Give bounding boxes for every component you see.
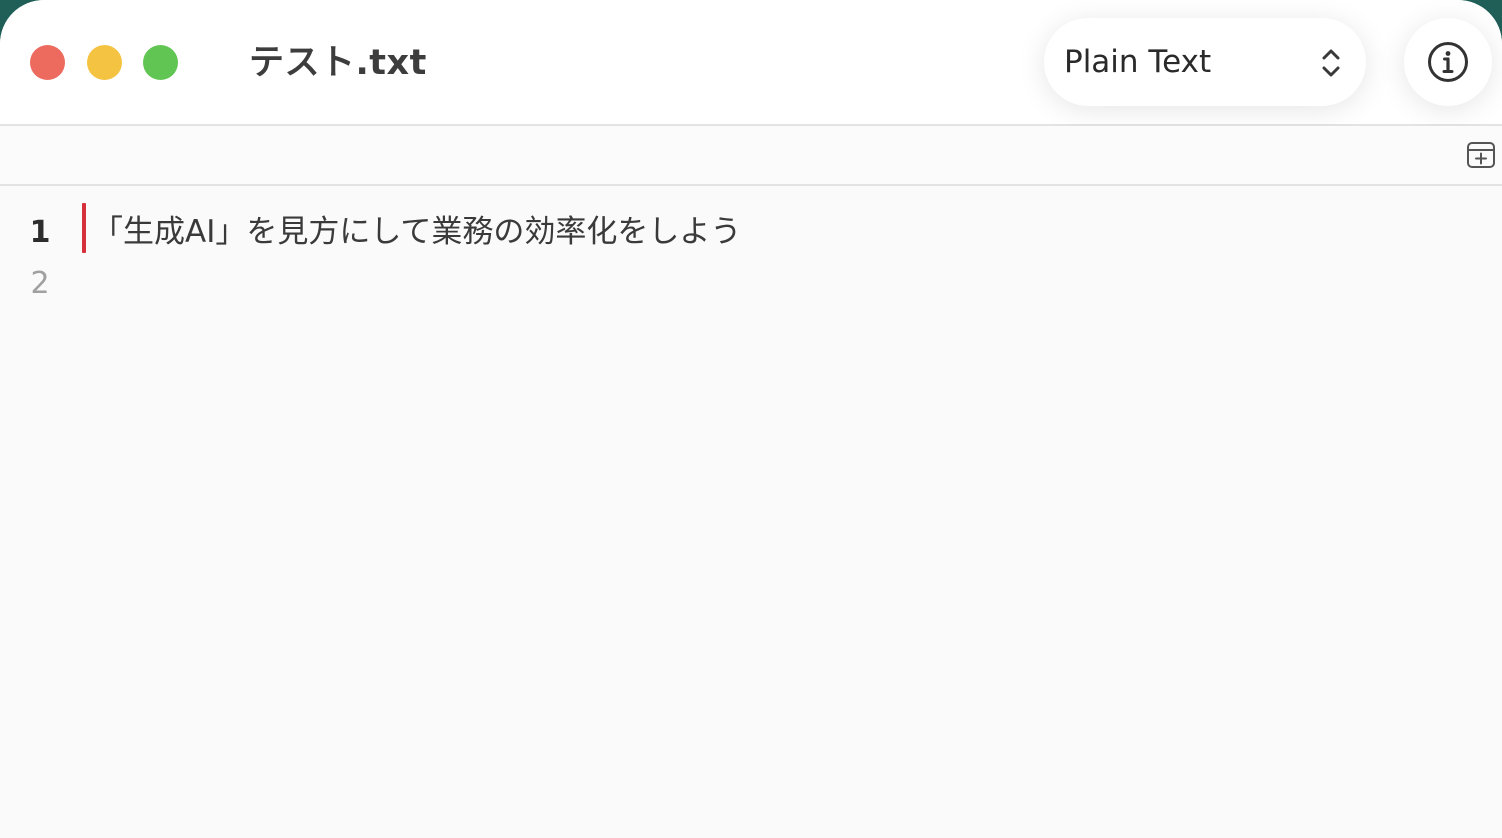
close-window-button[interactable]: [30, 45, 65, 80]
current-line-indicator: [82, 203, 86, 253]
editor-line-text[interactable]: 「生成AI」を見方にして業務の効率化をしよう: [92, 208, 741, 256]
editor-window: テスト.txt Plain Text 1 「生成AI」を見方にして業務の効率化を…: [0, 0, 1502, 838]
maximize-window-button[interactable]: [143, 45, 178, 80]
language-select[interactable]: Plain Text: [1044, 18, 1366, 106]
window-title: テスト.txt: [249, 43, 427, 83]
info-circle-icon: [1428, 42, 1468, 82]
title-bar: テスト.txt Plain Text: [0, 0, 1502, 126]
minimize-window-button[interactable]: [87, 45, 122, 80]
language-select-value: Plain Text: [1064, 44, 1212, 80]
editor-toolbar: [0, 126, 1502, 186]
chevron-up-down-icon: [1322, 49, 1340, 77]
line-number: 1: [29, 215, 51, 250]
line-number: 2: [30, 266, 50, 301]
text-editor-area[interactable]: 1 「生成AI」を見方にして業務の効率化をしよう 2: [0, 186, 1502, 838]
add-pane-icon[interactable]: [1466, 140, 1496, 170]
info-button[interactable]: [1404, 18, 1492, 106]
